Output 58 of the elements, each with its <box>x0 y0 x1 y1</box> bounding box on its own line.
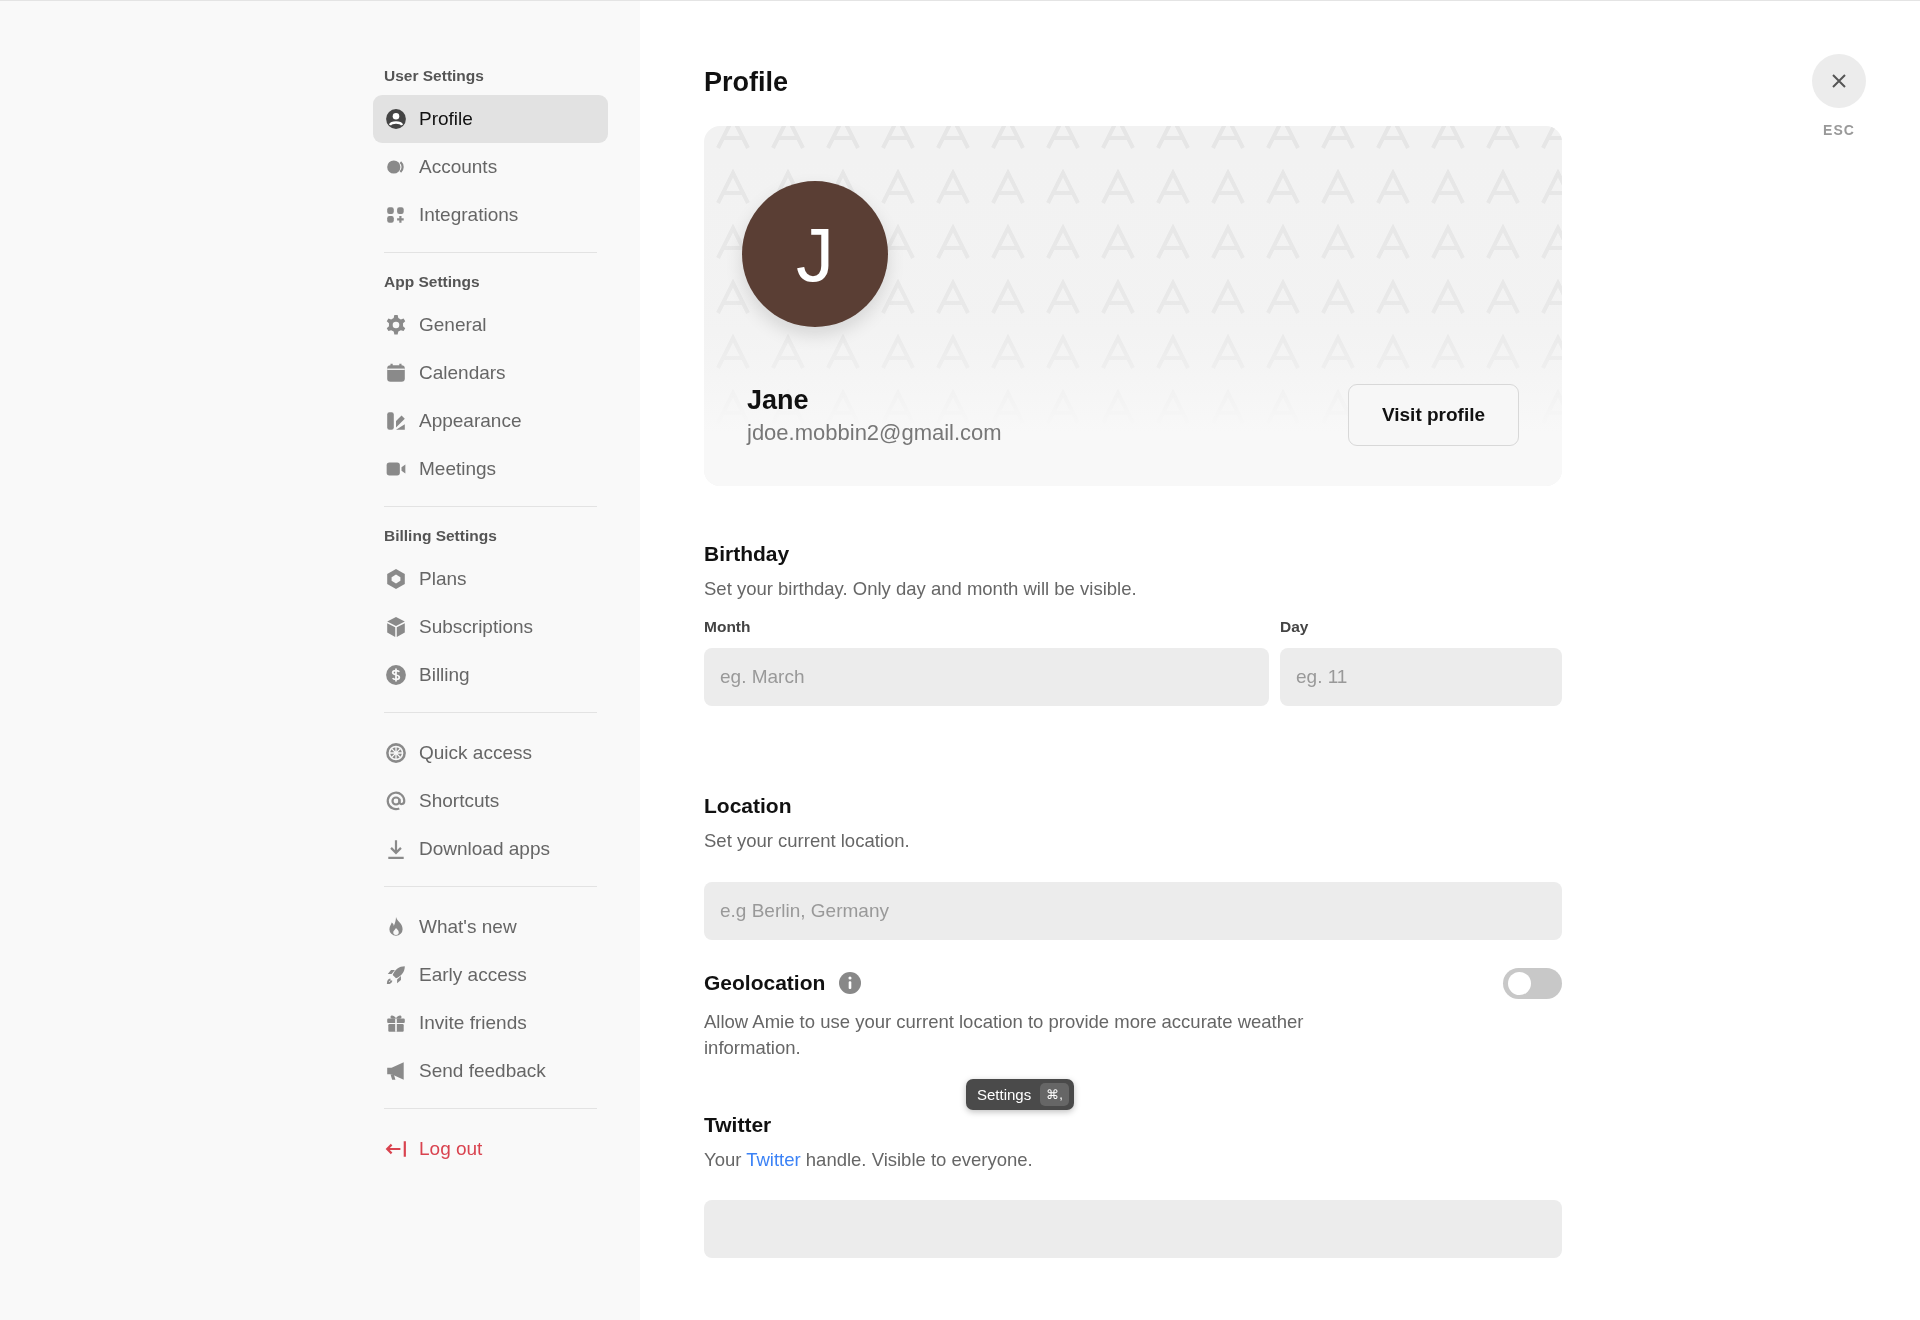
sidebar-item[interactable]: Quick access <box>373 729 608 777</box>
section-description: Your Twitter handle. Visible to everyone. <box>704 1147 1034 1172</box>
hexagon-icon <box>385 568 407 590</box>
field-label: Month <box>704 617 752 636</box>
rocket-icon <box>385 964 407 986</box>
logout-icon <box>385 1138 407 1160</box>
input-field[interactable]: eg. 11 <box>1280 647 1562 706</box>
user-name: Jane <box>747 384 810 416</box>
visit-profile-button[interactable]: Visit profile <box>1348 384 1519 446</box>
user-icon <box>385 108 407 130</box>
tooltip-label: Settings <box>977 1085 1032 1103</box>
sidebar-item[interactable]: Early access <box>373 951 608 999</box>
megaphone-icon <box>385 1060 407 1082</box>
section-title: Twitter <box>704 1112 773 1137</box>
section-title: Location <box>704 793 793 818</box>
shortcut-hint: ESC <box>1823 122 1855 138</box>
sidebar-item[interactable]: Profile <box>373 95 608 143</box>
section-description: Set your current location. <box>704 828 911 853</box>
input-field[interactable]: e.g Berlin, Germany <box>704 881 1562 940</box>
field-label: Day <box>1280 617 1310 636</box>
sidebar-item[interactable]: Subscriptions <box>373 603 608 651</box>
download-icon <box>385 838 407 860</box>
integrations-icon <box>385 204 407 226</box>
section-description: Set your birthday. Only day and month will be visible. <box>704 577 1138 601</box>
dollar-icon <box>385 664 407 686</box>
close-button[interactable] <box>1812 54 1866 108</box>
user-email: jdoe.mobbin2@gmail.com <box>747 419 1002 446</box>
gear-icon <box>385 314 407 336</box>
wheel-icon <box>385 742 407 764</box>
twitter-link[interactable]: Twitter <box>746 1148 801 1170</box>
calendar-icon <box>385 362 407 384</box>
section-heading: App Settings <box>383 272 481 292</box>
section-heading: Billing Settings <box>383 526 498 546</box>
cube-icon <box>385 616 407 638</box>
section-title: Geolocation <box>704 971 826 996</box>
at-icon <box>385 790 407 812</box>
input-field[interactable]: eg. March <box>704 647 1269 706</box>
sidebar-item[interactable]: Accounts <box>373 143 608 191</box>
sidebar-item[interactable]: Plans <box>373 555 608 603</box>
sidebar-item[interactable]: Shortcuts <box>373 777 608 825</box>
sidebar-item[interactable]: Calendars <box>373 349 608 397</box>
toggle-switch[interactable] <box>1503 967 1562 999</box>
sidebar-item[interactable]: Integrations <box>373 191 608 239</box>
section-description: Allow Amie to use your current location to provide more accurate weather information. <box>704 1009 1305 1060</box>
sidebar-item[interactable]: What's new <box>373 903 608 951</box>
sidebar-item[interactable]: Send feedback <box>373 1047 608 1095</box>
section-heading: User Settings <box>383 66 485 86</box>
sidebar-item[interactable]: General <box>373 301 608 349</box>
sidebar-item[interactable]: Appearance <box>373 397 608 445</box>
info-icon[interactable] <box>839 972 862 995</box>
section-title: Birthday <box>704 542 791 566</box>
keyboard-shortcut: ⌘, <box>1040 1082 1069 1106</box>
sidebar-item[interactable]: Billing <box>373 651 608 699</box>
sidebar-item[interactable]: Invite friends <box>373 999 608 1047</box>
logout-button[interactable]: Log out <box>373 1125 608 1173</box>
sidebar-item[interactable]: Download apps <box>373 825 608 873</box>
page-title: Profile <box>704 67 790 98</box>
sidebar-item[interactable]: Meetings <box>373 445 608 493</box>
